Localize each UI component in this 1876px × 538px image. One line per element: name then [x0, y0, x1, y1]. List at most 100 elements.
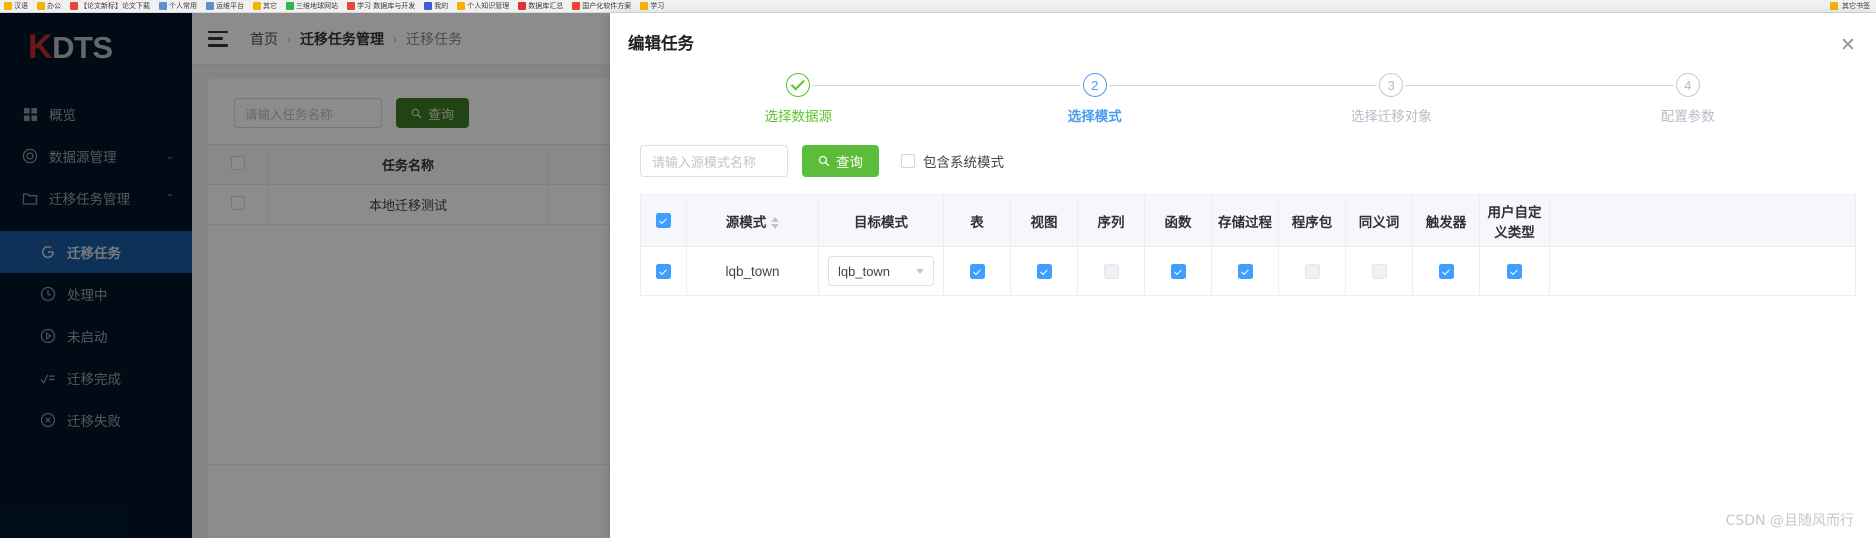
schema-col-filler: [1549, 194, 1856, 247]
sequence-checkbox[interactable]: [1103, 263, 1119, 279]
folder-icon: [1830, 2, 1838, 10]
bookmark-item[interactable]: 个人常用: [159, 1, 197, 11]
bookmark-label: 办公: [47, 2, 61, 10]
check-icon: [1173, 267, 1182, 275]
target-schema-select[interactable]: lqb_town: [828, 256, 934, 286]
table-row[interactable]: lqb_town lqb_town: [640, 246, 1856, 296]
synonym-checkbox[interactable]: [1371, 263, 1387, 279]
sort-icon[interactable]: [771, 216, 780, 229]
user-type-checkbox[interactable]: [1507, 263, 1522, 279]
schema-col-2: 目标模式: [818, 194, 944, 247]
step-1[interactable]: 选择数据源: [650, 73, 1081, 125]
schema-col-4: 视图: [1010, 194, 1078, 247]
package-checkbox[interactable]: [1304, 263, 1320, 279]
source-schema-value: lqb_town: [725, 263, 780, 279]
bookmark-favicon-icon: [457, 2, 466, 10]
step-dot: 2: [1082, 73, 1107, 97]
bookmark-favicon-icon: [253, 2, 261, 10]
step-connector: [1405, 85, 1674, 87]
bookmark-item[interactable]: 国产化软件方案: [572, 1, 631, 11]
function-cell[interactable]: [1144, 246, 1212, 296]
bookmark-label: 国产化软件方案: [582, 2, 632, 10]
schema-search-button-label: 查询: [836, 155, 863, 170]
row-select-checkbox[interactable]: [656, 263, 671, 279]
bookmark-item[interactable]: 学习: [640, 1, 664, 11]
include-system-schema-label: 包含系统模式: [923, 155, 1004, 170]
sequence-cell[interactable]: [1077, 246, 1145, 296]
schema-col-9: 同义词: [1345, 194, 1413, 247]
schema-col-1[interactable]: 源模式: [686, 194, 819, 247]
step-2[interactable]: 2 选择模式: [947, 73, 1378, 125]
bookmark-item[interactable]: 汉语: [4, 1, 28, 11]
bookmark-item[interactable]: 学习 数据库与开发: [347, 1, 415, 11]
bookmark-item[interactable]: 其它: [253, 1, 277, 11]
other-bookmarks-label: 其它书签: [1842, 2, 1870, 10]
check-icon: [972, 267, 981, 275]
bookmark-item[interactable]: 办公: [37, 1, 61, 11]
view-checkbox[interactable]: [1036, 263, 1052, 279]
bookmark-label: 汉语: [14, 2, 28, 10]
view-cell[interactable]: [1010, 246, 1078, 296]
schema-table-header-row: 源模式 目标模式表视图 序列 函数 存储过程 程序包 同义词 触发器 用户自定义类型: [640, 194, 1856, 247]
bookmark-item[interactable]: 运维平台: [206, 1, 244, 11]
bookmark-label: 个人常用: [169, 2, 197, 10]
function-checkbox[interactable]: [1170, 263, 1186, 279]
app-root: 汉语 办公 【论文新标】论文下载 个人常用 运维平台 其它 三维地球网站 学习 数据库与开发 我…: [0, 0, 1876, 538]
check-icon: [1441, 267, 1450, 275]
include-system-schema-toggle[interactable]: 包含系统模式: [901, 151, 1004, 171]
schema-table: 源模式 目标模式表视图 序列 函数 存储过程 程序包 同义词 触发器 用户自定义类型 lqb_t…: [640, 194, 1856, 296]
schema-col-8: 程序包: [1278, 194, 1346, 247]
bookmark-favicon-icon: [37, 2, 45, 10]
schema-col-label: 源模式: [725, 214, 767, 230]
other-bookmarks[interactable]: 其它书签: [1830, 1, 1870, 11]
step-dot: 3: [1379, 73, 1404, 97]
step-connector: [812, 85, 1081, 87]
bookmark-item[interactable]: 我的: [424, 1, 448, 11]
bookmark-favicon-icon: [286, 2, 294, 10]
bookmark-item[interactable]: 个人知识管理: [457, 1, 509, 11]
bookmark-item[interactable]: 数据库汇总: [518, 1, 563, 11]
bookmark-label: 【论文新标】论文下载: [80, 2, 150, 10]
check-icon: [1039, 267, 1048, 275]
bookmark-item[interactable]: 三维地球网站: [286, 1, 338, 11]
step-indicator: 选择数据源 2 选择模式 3 选择迁移对象 4 配置参数: [610, 73, 1876, 125]
schema-search-button[interactable]: 查询: [802, 145, 879, 177]
bookmark-favicon-icon: [640, 2, 649, 10]
bookmark-label: 其它: [263, 2, 277, 10]
bookmark-label: 学习: [650, 2, 665, 10]
bookmark-item[interactable]: 【论文新标】论文下载: [70, 1, 150, 11]
row-select-cell[interactable]: [640, 246, 687, 296]
step-4[interactable]: 4 配置参数: [1540, 73, 1837, 125]
user-type-cell[interactable]: [1479, 246, 1550, 296]
close-icon[interactable]: ✕: [1840, 36, 1858, 55]
target-schema-cell[interactable]: lqb_town: [818, 246, 944, 296]
schema-col-7: 存储过程: [1211, 194, 1279, 247]
schema-select-all-cell[interactable]: [640, 194, 687, 247]
trigger-cell[interactable]: [1412, 246, 1480, 296]
bookmark-label: 三维地球网站: [296, 2, 338, 10]
chevron-down-icon: [916, 268, 924, 274]
bookmark-label: 运维平台: [216, 2, 244, 10]
check-icon: [659, 267, 667, 275]
include-system-schema-checkbox[interactable]: [901, 154, 915, 168]
procedure-checkbox[interactable]: [1237, 263, 1253, 279]
table-cell[interactable]: [943, 246, 1011, 296]
schema-select-all-checkbox[interactable]: [656, 213, 671, 229]
trigger-checkbox[interactable]: [1438, 263, 1454, 279]
table-checkbox[interactable]: [969, 263, 985, 279]
schema-search-input[interactable]: 请输入源模式名称: [640, 145, 788, 177]
watermark: CSDN @且随风而行: [1725, 513, 1854, 529]
package-cell[interactable]: [1278, 246, 1346, 296]
bookmark-favicon-icon: [572, 2, 581, 10]
source-schema-cell: lqb_town: [686, 246, 819, 296]
step-3[interactable]: 3 选择迁移对象: [1243, 73, 1674, 125]
schema-search-placeholder: 请输入源模式名称: [652, 154, 757, 170]
bookmark-label: 数据库汇总: [528, 2, 564, 10]
bookmark-label: 学习 数据库与开发: [357, 2, 416, 10]
step-label: 选择迁移对象: [1350, 109, 1432, 124]
check-icon: [1240, 267, 1249, 275]
row-filler: [1549, 246, 1856, 296]
synonym-cell[interactable]: [1345, 246, 1413, 296]
procedure-cell[interactable]: [1211, 246, 1279, 296]
bookmark-favicon-icon: [424, 2, 433, 10]
